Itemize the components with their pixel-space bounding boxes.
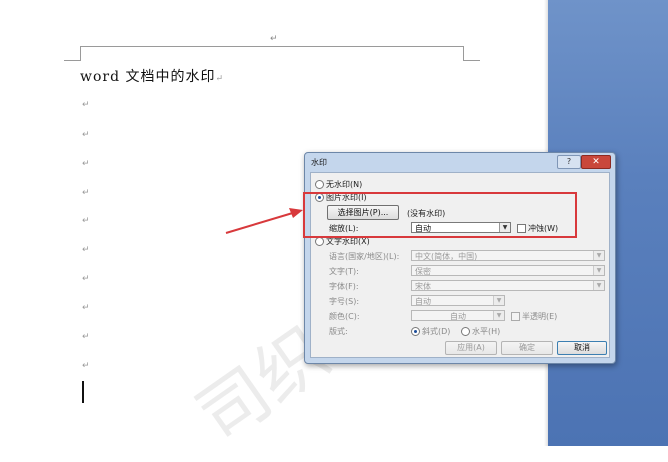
highlight-box-annotation — [303, 192, 577, 238]
help-button[interactable]: ? — [557, 155, 581, 169]
radio-icon — [315, 180, 324, 189]
dropdown-arrow-icon: ▼ — [593, 251, 604, 260]
color-label: 颜色(C): — [329, 312, 360, 321]
dropdown-arrow-icon: ▼ — [593, 266, 604, 275]
color-combobox[interactable]: 自动 ▼ — [411, 310, 505, 321]
text-label: 文字(T): — [329, 267, 359, 276]
cancel-button[interactable]: 取消 — [557, 341, 607, 355]
size-combobox[interactable]: 自动 ▼ — [411, 295, 505, 306]
horizontal-radio[interactable]: 水平(H) — [461, 326, 500, 337]
radio-icon — [315, 237, 324, 246]
no-watermark-radio[interactable]: 无水印(N) — [315, 179, 362, 190]
ok-button[interactable]: 确定 — [501, 341, 553, 355]
language-combobox[interactable]: 中文(简体，中国) ▼ — [411, 250, 605, 261]
apply-button[interactable]: 应用(A) — [445, 341, 497, 355]
font-label: 字体(F): — [329, 282, 359, 291]
radio-icon — [461, 327, 470, 336]
dialog-title: 水印 — [311, 158, 327, 167]
text-combobox[interactable]: 保密 ▼ — [411, 265, 605, 276]
diagonal-radio[interactable]: 斜式(D) — [411, 326, 450, 337]
semitransparent-checkbox[interactable]: 半透明(E) — [511, 311, 557, 322]
checkbox-icon — [511, 312, 520, 321]
layout-label: 版式: — [329, 327, 348, 336]
radio-selected-icon — [411, 327, 420, 336]
close-button[interactable]: ✕ — [581, 155, 611, 169]
watermark-dialog: 水印 ? ✕ 无水印(N) 图片水印(I) 选择图片(P)... (没有水印) … — [304, 152, 616, 364]
dropdown-arrow-icon: ▼ — [593, 281, 604, 290]
dropdown-arrow-icon: ▼ — [493, 296, 504, 305]
size-label: 字号(S): — [329, 297, 360, 306]
language-label: 语言(国家/地区)(L): — [329, 252, 400, 261]
font-combobox[interactable]: 宋体 ▼ — [411, 280, 605, 291]
dropdown-arrow-icon: ▼ — [493, 311, 504, 320]
